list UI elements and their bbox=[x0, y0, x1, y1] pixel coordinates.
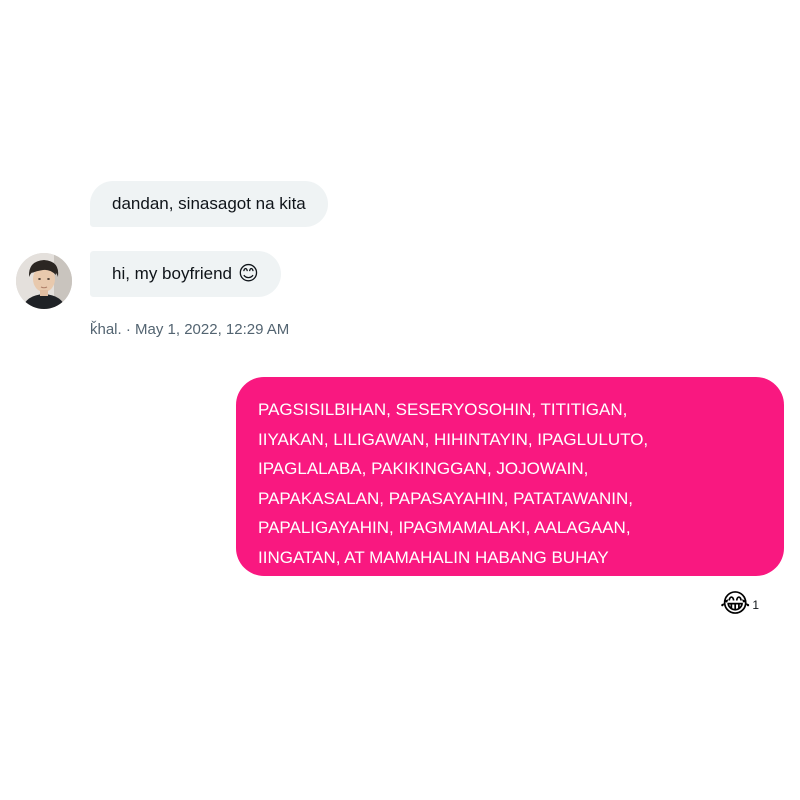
avatar[interactable] bbox=[16, 253, 72, 309]
incoming-message[interactable]: dandan, sinasagot na kita bbox=[90, 181, 328, 227]
timestamp: May 1, 2022, 12:29 AM bbox=[135, 321, 290, 338]
message-line: IPAGLALABA, PAKIKINGGAN, JOJOWAIN, bbox=[258, 459, 589, 478]
separator: · bbox=[121, 321, 136, 338]
reaction-badge[interactable]: 😂 1 bbox=[720, 590, 759, 616]
reaction-count: 1 bbox=[752, 598, 760, 612]
message-line: IINGATAN, AT MAMAHALIN HABANG BUHAY bbox=[258, 547, 609, 567]
message-line: PAPALIGAYAHIN, IPAGMAMALAKI, AALAGAAN, bbox=[258, 518, 631, 537]
incoming-message[interactable]: hi, my boyfriend 😊 bbox=[90, 251, 281, 297]
message-line: IIYAKAN, LILIGAWAN, HIHINTAYIN, IPAGLULU… bbox=[258, 429, 649, 449]
message-meta: ǩhal. · May 1, 2022, 12:29 AM bbox=[90, 321, 289, 338]
tears-of-joy-icon: 😂 bbox=[720, 588, 751, 618]
smiling-face-icon: 😊 bbox=[238, 263, 259, 285]
message-text: hi, my boyfriend bbox=[112, 264, 232, 283]
outgoing-message[interactable]: PAGSISILBIHAN, SESERYOSOHIN, TITITIGAN, … bbox=[236, 377, 784, 576]
message-line: PAGSISILBIHAN, SESERYOSOHIN, TITITIGAN, bbox=[258, 400, 628, 419]
dm-conversation: dandan, sinasagot na kita hi, my boyfrie… bbox=[0, 0, 800, 800]
message-line: PAPAKASALAN, PAPASAYAHIN, PATATAWANIN, bbox=[258, 488, 634, 508]
message-text: dandan, sinasagot na kita bbox=[112, 194, 306, 213]
sender-name[interactable]: ǩhal. bbox=[90, 321, 122, 338]
